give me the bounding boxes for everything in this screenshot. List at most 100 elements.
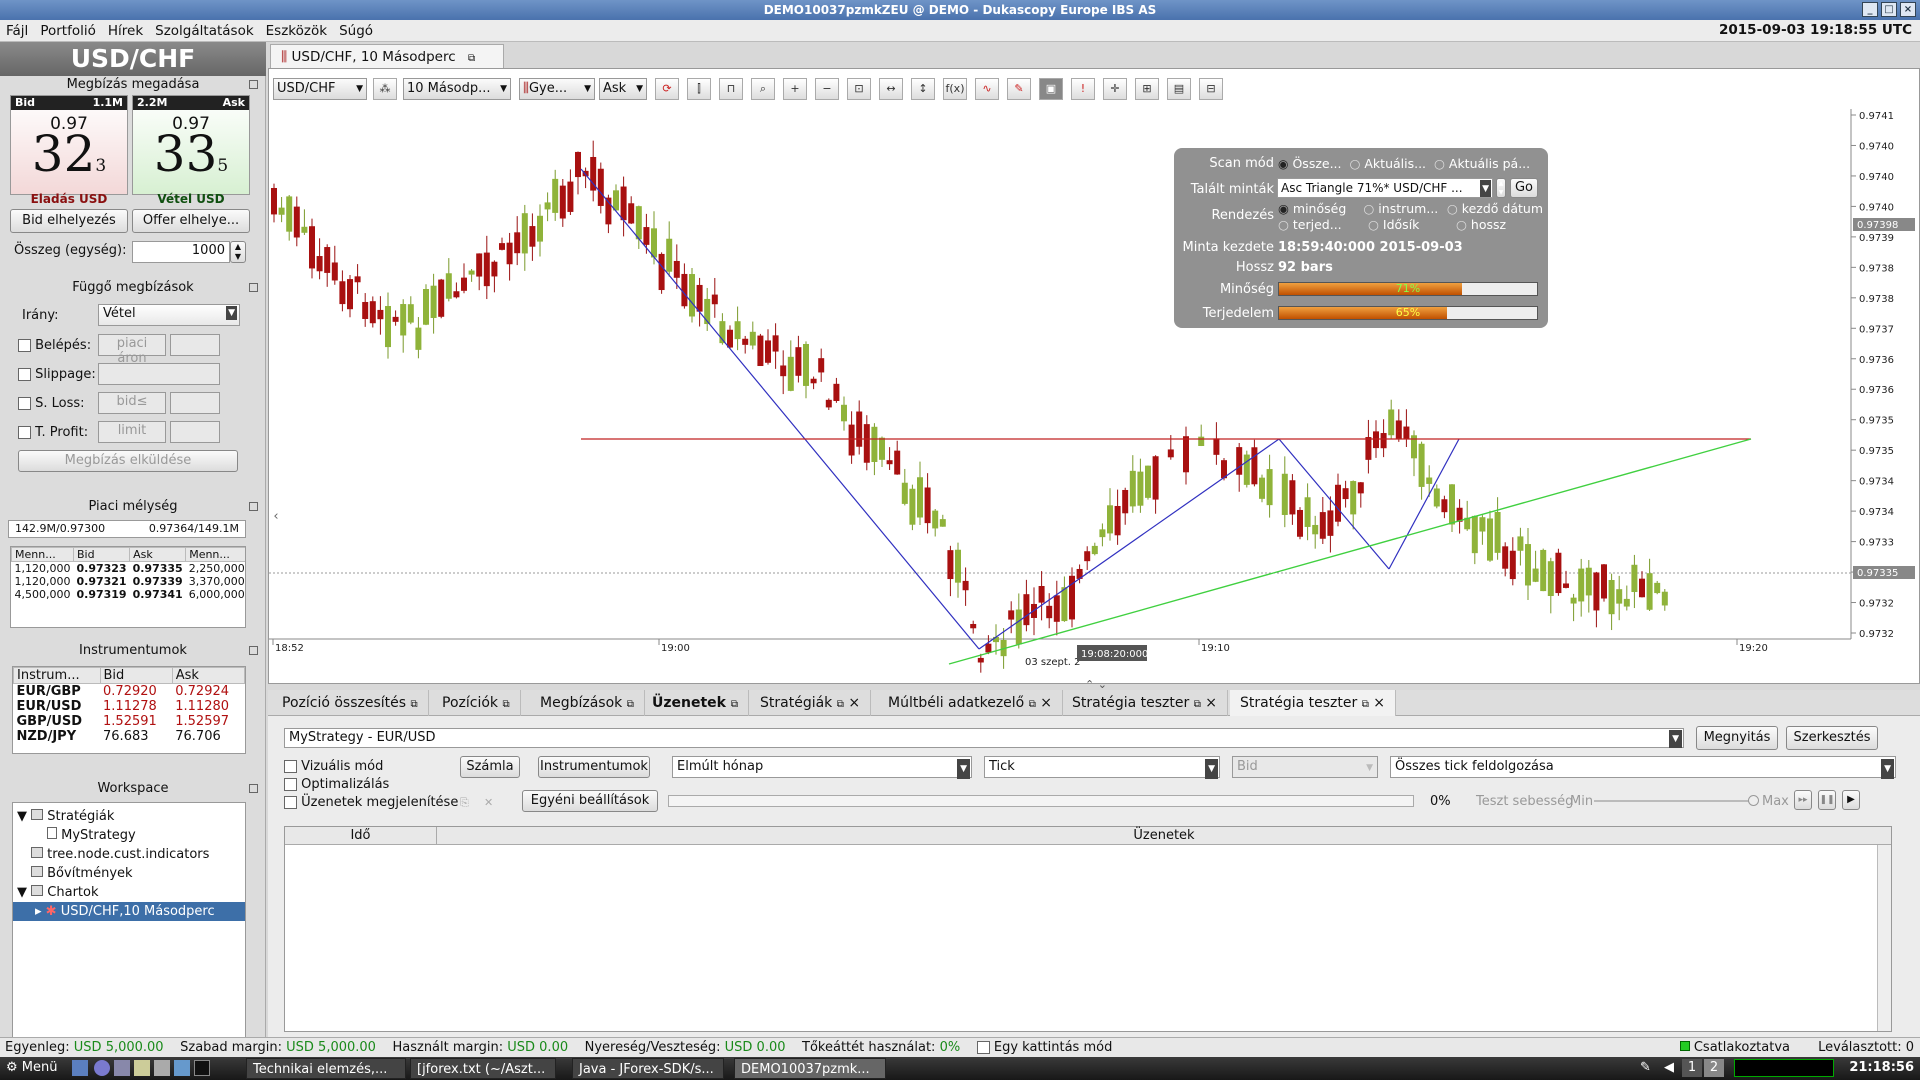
table-row[interactable]: EUR/GBP 0.72920 0.72924 bbox=[14, 684, 245, 699]
task-demo-platform[interactable]: DEMO10037pzmk... bbox=[734, 1058, 886, 1079]
takeprofit-value-input[interactable] bbox=[170, 421, 220, 443]
period-select[interactable]: 10 Másodp... ▼ bbox=[403, 78, 511, 100]
depth-col-qty-ask[interactable]: Menn... bbox=[185, 547, 245, 562]
tab-orders[interactable]: Megbízások ⧉ bbox=[530, 690, 645, 716]
play-icon[interactable]: ▶ bbox=[1842, 790, 1860, 810]
menu-portfolio[interactable]: Portfolió bbox=[40, 23, 96, 39]
undock-icon[interactable]: ⧉ bbox=[837, 699, 844, 710]
bid-place-button[interactable]: Bid elhelyezés bbox=[10, 209, 128, 233]
tab-position-summary[interactable]: Pozíció összesítés ⧉ bbox=[272, 690, 429, 716]
col-time[interactable]: Idő bbox=[285, 827, 437, 844]
undock-icon[interactable]: ⧉ bbox=[1194, 699, 1201, 710]
stoploss-mode-input[interactable]: bid≤ bbox=[98, 392, 166, 414]
notes-icon[interactable] bbox=[134, 1060, 150, 1076]
tree-node-mystrategy[interactable]: MyStrategy bbox=[17, 826, 245, 845]
instr-col-bid[interactable]: Bid bbox=[99, 667, 173, 684]
maximize-icon[interactable]: □ bbox=[1881, 2, 1897, 17]
send-order-button[interactable]: Megbízás elküldése bbox=[18, 450, 238, 472]
ask-quote[interactable]: 2.2M Ask 0.97 335 Vétel USD bbox=[132, 95, 250, 206]
close-tab-icon[interactable]: × bbox=[1205, 695, 1217, 711]
show-messages-checkbox[interactable] bbox=[284, 796, 297, 809]
go-button[interactable]: Go bbox=[1510, 178, 1538, 198]
undock-icon[interactable]: ⧉ bbox=[731, 699, 738, 710]
grid-icon[interactable]: ⊞ bbox=[1135, 78, 1159, 100]
tab-messages[interactable]: Üzenetek ⧉ bbox=[642, 690, 749, 716]
table-row[interactable]: EUR/USD 1.11278 1.11280 bbox=[14, 699, 245, 714]
task-jforex-txt[interactable]: [jforex.txt (~/Aszt... bbox=[410, 1058, 556, 1079]
one-click-checkbox[interactable] bbox=[976, 1041, 990, 1054]
horizontal-line-icon[interactable]: ↔ bbox=[879, 78, 903, 100]
refresh-icon[interactable]: ⟳ bbox=[655, 78, 679, 100]
menu-help[interactable]: Súgó bbox=[339, 23, 373, 39]
tree-node-strategies[interactable]: ▼ Stratégiák bbox=[17, 807, 245, 826]
radio-icon[interactable]: ○ bbox=[1349, 156, 1360, 171]
entry-input[interactable]: piaci áron bbox=[98, 334, 166, 366]
tick-processing-select[interactable]: Összes tick feldolgozása ▼ bbox=[1390, 756, 1896, 779]
collapse-icon[interactable] bbox=[249, 502, 258, 511]
data-type-select[interactable]: Tick ▼ bbox=[984, 756, 1220, 779]
tree-node-charts[interactable]: ▼ Chartok bbox=[17, 883, 245, 902]
optimization-checkbox[interactable] bbox=[284, 778, 297, 791]
custom-settings-button[interactable]: Egyéni beállítások bbox=[522, 790, 658, 812]
collapse-icon[interactable] bbox=[249, 784, 258, 793]
undock-icon[interactable]: ⧉ bbox=[1029, 699, 1036, 710]
radio-icon[interactable]: ○ bbox=[1363, 201, 1374, 216]
collapse-icon[interactable] bbox=[249, 80, 258, 89]
desktop-icon[interactable] bbox=[72, 1060, 88, 1076]
browser-icon[interactable] bbox=[94, 1060, 110, 1076]
collapse-left-icon[interactable]: ‹ bbox=[269, 509, 283, 529]
terminal-icon[interactable] bbox=[194, 1060, 210, 1076]
workspace-1[interactable]: 1 bbox=[1682, 1059, 1702, 1077]
found-patterns-select[interactable]: Asc Triangle 71%* USD/CHF ... ▼ bbox=[1277, 178, 1493, 198]
draw-icon[interactable]: ✎ bbox=[1007, 78, 1031, 100]
price-side-select-disabled[interactable]: Bid ▼ bbox=[1232, 756, 1378, 778]
tab-strategy-tester-2[interactable]: Stratégia teszter ⧉ × bbox=[1230, 690, 1397, 717]
zoom-fit-icon[interactable]: ⊡ bbox=[847, 78, 871, 100]
crosshair-icon[interactable]: ✛ bbox=[1103, 78, 1127, 100]
speed-slider[interactable] bbox=[1594, 795, 1759, 806]
fast-forward-icon[interactable]: ▸▸ bbox=[1794, 790, 1812, 810]
radio-icon[interactable]: ○ bbox=[1434, 156, 1445, 171]
bars-icon[interactable]: ⫿ bbox=[687, 78, 711, 100]
table-row[interactable]: NZD/JPY 76.683 76.706 bbox=[14, 729, 245, 744]
amount-input[interactable]: 1000 bbox=[132, 241, 230, 263]
undock-icon[interactable]: ⧉ bbox=[468, 53, 475, 64]
radio-icon[interactable]: ○ bbox=[1368, 217, 1379, 232]
radio-icon[interactable]: ○ bbox=[1456, 217, 1467, 232]
instr-col-ask[interactable]: Ask bbox=[171, 667, 245, 684]
close-tab-icon[interactable]: × bbox=[1040, 695, 1052, 711]
collapse-icon[interactable] bbox=[249, 646, 258, 655]
visual-mode-checkbox[interactable] bbox=[284, 760, 297, 773]
instruments-button[interactable]: Instrumentumok bbox=[538, 756, 650, 778]
tab-strategies[interactable]: Stratégiák ⧉ × bbox=[750, 690, 872, 716]
pattern-stepper[interactable]: ▲ ▼ bbox=[1496, 178, 1506, 198]
takeprofit-checkbox[interactable] bbox=[18, 426, 31, 439]
speed-slider-handle[interactable] bbox=[1748, 795, 1759, 806]
tab-history-manager[interactable]: Múltbéli adatkezelő ⧉ × bbox=[878, 690, 1064, 716]
close-tab-icon[interactable]: × bbox=[848, 695, 860, 711]
chart-tab[interactable]: ⫼ USD/CHF, 10 Másodperc ⧉ × bbox=[270, 44, 504, 91]
menu-services[interactable]: Szolgáltatások bbox=[155, 23, 254, 39]
menu-tools[interactable]: Eszközök bbox=[266, 23, 327, 39]
task-technical-analysis[interactable]: Technikai elemzés,... bbox=[246, 1058, 406, 1079]
edit-button[interactable]: Szerkesztés bbox=[1786, 726, 1878, 750]
instrument-select[interactable]: USD/CHF ▼ bbox=[273, 78, 367, 100]
close-icon[interactable]: × bbox=[1900, 2, 1916, 17]
period-range-select[interactable]: Elmúlt hónap ▼ bbox=[672, 756, 972, 779]
pause-icon[interactable]: ❚❚ bbox=[1818, 790, 1836, 810]
scan-icon[interactable]: ▣ bbox=[1039, 78, 1063, 100]
dev-icon[interactable] bbox=[174, 1060, 190, 1076]
stoploss-checkbox[interactable] bbox=[18, 397, 31, 410]
tree-node-plugins[interactable]: Bővítmények bbox=[17, 864, 245, 883]
clear-icon[interactable]: ✕ bbox=[484, 796, 493, 809]
table-row[interactable]: GBP/USD 1.52591 1.52597 bbox=[14, 714, 245, 729]
menu-file[interactable]: Fájl bbox=[6, 23, 28, 39]
menu-news[interactable]: Hírek bbox=[108, 23, 143, 39]
depth-col-bid[interactable]: Bid bbox=[72, 547, 131, 562]
account-button[interactable]: Számla bbox=[460, 756, 520, 778]
amount-stepper[interactable]: ▲ ▼ bbox=[230, 241, 246, 263]
radio-selected-icon[interactable]: ◉ bbox=[1278, 157, 1288, 171]
task-java-ide[interactable]: Java - JForex-SDK/s... bbox=[572, 1058, 724, 1079]
takeprofit-mode-input[interactable]: limit bbox=[98, 421, 166, 443]
open-button[interactable]: Megnyitás bbox=[1696, 726, 1778, 750]
